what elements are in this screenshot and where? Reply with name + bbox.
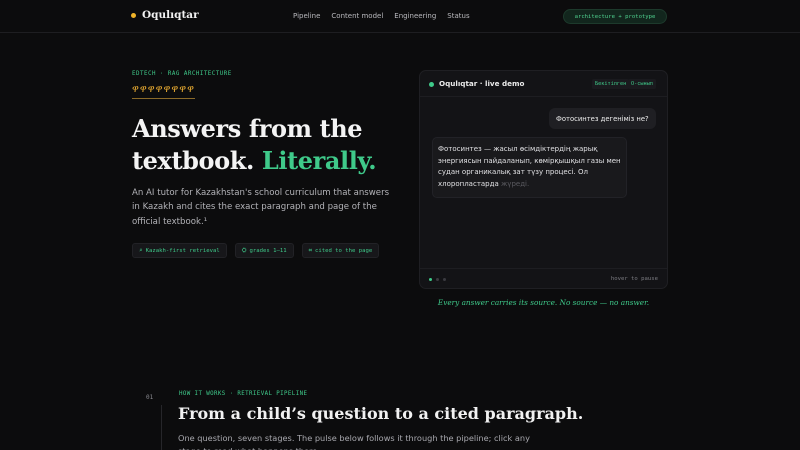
answer-bubble: Фотосинтез — жасыл өсімдіктердің жарық э…	[432, 137, 627, 198]
chip-kazakh-retrieval: ⌕ Kazakh-first retrieval	[132, 243, 227, 258]
answer-typing-text: жүреді.	[501, 180, 530, 189]
nav-link-engineering[interactable]: Engineering	[394, 12, 436, 20]
hero-title-accent: Literally.	[261, 146, 377, 175]
hero-title: Answers from the textbook. Literally.	[132, 113, 402, 177]
live-demo-card[interactable]: Oqulıqtar · live demo Бекітілген О-сынып…	[419, 70, 668, 289]
nav-links: Pipeline Content model Engineering Statu…	[293, 12, 470, 20]
brand[interactable]: Oqulıqtar	[131, 9, 199, 21]
answer-text: Фотосинтез — жасыл өсімдіктердің жарық э…	[438, 145, 621, 189]
progress-dot[interactable]	[429, 278, 432, 281]
demo-tag-approved: Бекітілген	[592, 79, 630, 89]
pin-icon: ⌗	[308, 246, 312, 254]
feature-chips: ⌕ Kazakh-first retrieval ⛭ grades 1–11 ⌗…	[132, 243, 380, 258]
chip-cited: ⌗ cited to the page	[301, 243, 380, 258]
graduation-cap-icon: ⛭	[241, 246, 247, 254]
hero-title-line1: Answers from the	[132, 114, 363, 143]
brand-dot-icon	[131, 12, 136, 18]
section-number: 01	[146, 394, 154, 401]
live-indicator-icon	[429, 82, 434, 87]
ornament-divider: ዋዋዋዋዋዋዋዋ	[132, 84, 196, 99]
user-question-bubble: Фотосинтез дегеніміз не?	[549, 108, 656, 129]
chip-label: Kazakh-first retrieval	[145, 247, 220, 254]
demo-title: Oqulıqtar · live demo	[439, 79, 525, 88]
demo-footer: hover to pause	[420, 268, 667, 290]
section-description: One question, seven stages. The pulse be…	[178, 433, 530, 450]
section-rule	[161, 405, 162, 450]
top-nav: Oqulıqtar Pipeline Content model Enginee…	[0, 0, 800, 33]
architecture-badge: architecture + prototype	[563, 9, 667, 24]
demo-caption: Every answer carries its source. No sour…	[437, 298, 650, 307]
hero-description: An AI tutor for Kazakhstan's school curr…	[132, 188, 390, 227]
nav-link-pipeline[interactable]: Pipeline	[293, 12, 320, 20]
demo-tag-grade: О-сынып	[628, 79, 656, 89]
chip-grades: ⛭ grades 1–11	[234, 243, 294, 258]
hover-hint: hover to pause	[610, 276, 658, 282]
section-title: From a child’s question to a cited parag…	[178, 404, 584, 423]
brand-name: Oqulıqtar	[142, 9, 199, 21]
section-eyebrow: HOW IT WORKS · RETRIEVAL PIPELINE	[179, 391, 308, 397]
progress-dot[interactable]	[436, 278, 439, 281]
hero-title-line2: textbook.	[132, 146, 254, 175]
hero-eyebrow: EDTECH · RAG ARCHITECTURE	[132, 71, 232, 77]
nav-link-status[interactable]: Status	[447, 12, 469, 20]
progress-dot[interactable]	[443, 278, 446, 281]
demo-header: Oqulıqtar · live demo Бекітілген О-сынып	[420, 71, 667, 97]
chip-label: cited to the page	[314, 247, 373, 254]
progress-dots	[429, 278, 446, 281]
chip-label: grades 1–11	[249, 247, 287, 254]
search-icon: ⌕	[139, 247, 143, 254]
nav-link-content-model[interactable]: Content model	[331, 12, 383, 20]
